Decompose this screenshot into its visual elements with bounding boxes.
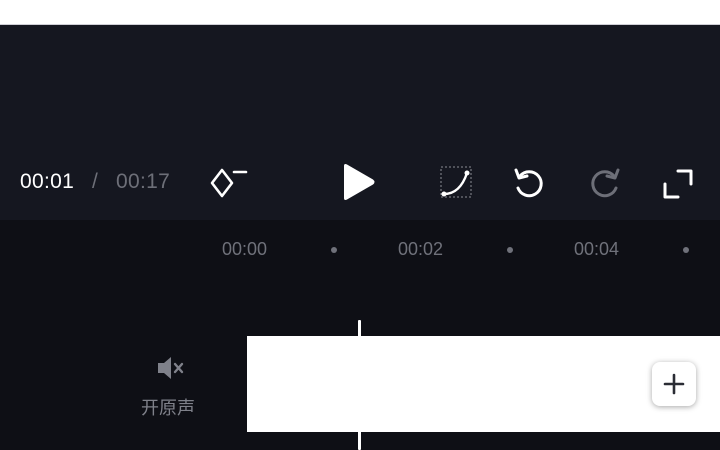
ruler-label: 00:00 bbox=[222, 239, 268, 259]
undo-icon bbox=[514, 168, 543, 198]
redo-button[interactable] bbox=[584, 164, 624, 204]
current-time: 00:01 bbox=[20, 170, 75, 193]
time-separator: / bbox=[92, 170, 98, 193]
speed-curve-icon bbox=[440, 166, 472, 198]
speed-curve-button[interactable] bbox=[438, 164, 474, 200]
speaker-muted-icon bbox=[158, 357, 184, 379]
ruler-label: 00:02 bbox=[398, 239, 444, 259]
plus-icon bbox=[663, 373, 685, 395]
original-sound-label: 开原声 bbox=[141, 398, 195, 419]
fullscreen-button[interactable] bbox=[658, 164, 698, 204]
ruler-tick bbox=[331, 247, 337, 253]
keyframe-remove-icon bbox=[210, 168, 248, 198]
fullscreen-icon bbox=[663, 169, 693, 199]
play-icon bbox=[344, 164, 375, 200]
ruler-tick bbox=[507, 247, 513, 253]
ruler-tick bbox=[683, 247, 689, 253]
keyframe-button[interactable] bbox=[206, 164, 250, 204]
ruler-label: 00:04 bbox=[574, 239, 620, 259]
playhead[interactable] bbox=[358, 320, 361, 450]
video-clip[interactable] bbox=[247, 336, 720, 432]
video-preview bbox=[0, 0, 720, 25]
redo-icon bbox=[591, 168, 620, 198]
play-button[interactable] bbox=[336, 160, 380, 204]
undo-button[interactable] bbox=[510, 164, 550, 204]
add-clip-button[interactable] bbox=[652, 362, 696, 406]
total-time: 00:17 bbox=[116, 170, 171, 193]
